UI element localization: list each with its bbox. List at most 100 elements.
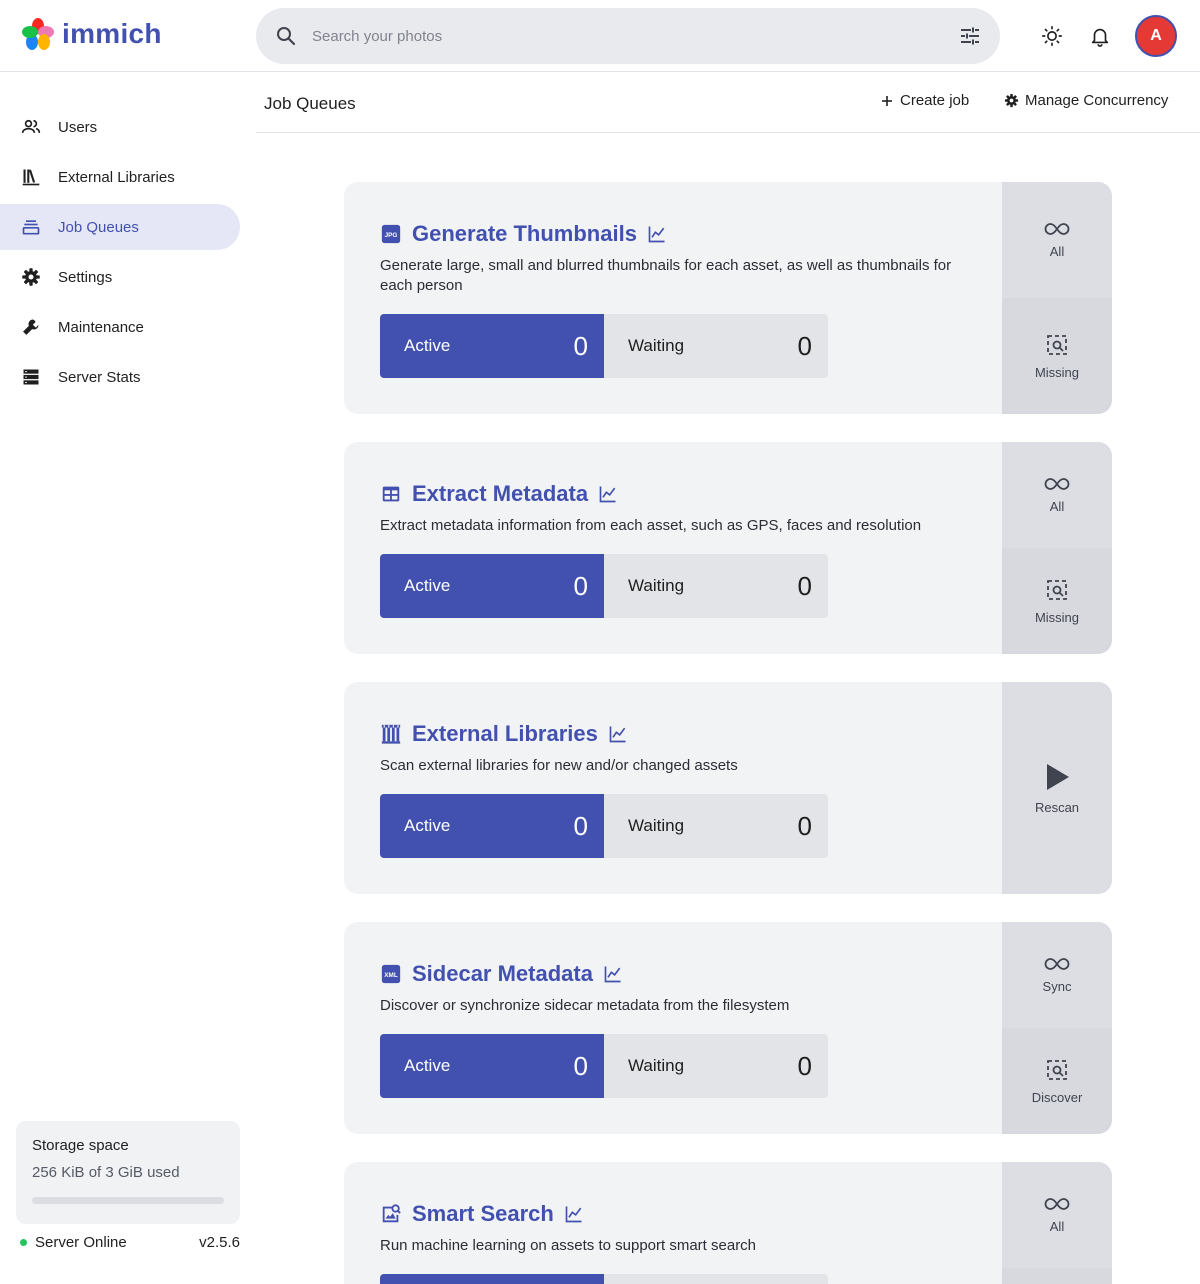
admin-sidebar: Users External Libraries Job Queues Sett… [0, 72, 256, 1284]
gear-icon [1004, 93, 1019, 108]
waiting-value: 0 [797, 810, 812, 841]
job-counts [380, 1274, 828, 1284]
manage-concurrency-label: Manage Concurrency [1025, 92, 1169, 109]
run-all-button[interactable]: All [1002, 1162, 1112, 1268]
library-icon [20, 166, 42, 188]
active-value: 0 [573, 330, 588, 361]
server-online-dot-icon [20, 1239, 27, 1246]
manage-concurrency-button[interactable]: Manage Concurrency [1004, 92, 1168, 109]
infinity-icon [1044, 477, 1070, 491]
sidebar-item-label: Users [58, 118, 98, 136]
job-title: Generate Thumbnails [412, 221, 637, 246]
page-title: Job Queues [264, 94, 356, 113]
action-label: Missing [1034, 609, 1080, 625]
storage-usage: 256 KiB of 3 GiB used [32, 1164, 180, 1181]
waiting-count: Waiting 0 [604, 314, 828, 378]
sidebar-item-job-queues[interactable]: Job Queues [0, 204, 240, 250]
image-search-icon [1045, 333, 1069, 357]
waiting-label: Waiting [628, 1056, 685, 1075]
library-columns-icon [380, 723, 402, 745]
chart-line-icon[interactable] [564, 1204, 584, 1224]
job-actions: Sync Discover [1002, 922, 1112, 1134]
job-card-extract-metadata: Extract Metadata Extract metadata inform… [344, 442, 1112, 654]
job-title: Sidecar Metadata [412, 961, 593, 986]
job-title: Extract Metadata [412, 481, 589, 506]
waiting-count [604, 1274, 828, 1284]
server-version[interactable]: v2.5.6 [199, 1234, 240, 1251]
sidebar-item-maintenance[interactable]: Maintenance [0, 304, 240, 350]
active-value: 0 [573, 570, 588, 601]
run-missing-button[interactable] [1002, 1268, 1112, 1284]
image-search-icon [380, 1203, 402, 1225]
job-card-external-libraries: External Libraries Scan external librari… [344, 682, 1112, 894]
job-description: Extract metadata information from each a… [380, 517, 922, 534]
search-filters-icon[interactable] [958, 24, 982, 48]
sync-button[interactable]: Sync [1002, 922, 1112, 1028]
action-label: All [1049, 1218, 1065, 1234]
active-count [380, 1274, 604, 1284]
active-value: 0 [573, 1050, 588, 1081]
storage-space-panel: Storage space 256 KiB of 3 GiB used [16, 1121, 240, 1224]
job-title: Smart Search [412, 1201, 554, 1226]
job-title: External Libraries [412, 721, 598, 746]
immich-logo[interactable]: immich [20, 16, 162, 52]
search-input[interactable] [312, 8, 912, 64]
search-bar[interactable] [256, 8, 1000, 64]
chart-line-icon[interactable] [647, 224, 667, 244]
chart-line-icon[interactable] [603, 964, 623, 984]
sidebar-item-server-stats[interactable]: Server Stats [0, 354, 240, 400]
search-icon[interactable] [274, 24, 298, 48]
waiting-count: Waiting 0 [604, 1034, 828, 1098]
waiting-count: Waiting 0 [604, 794, 828, 858]
notifications-button[interactable] [1080, 16, 1120, 56]
chart-line-icon[interactable] [598, 484, 618, 504]
bell-icon [1089, 25, 1111, 47]
create-job-button[interactable]: Create job [880, 92, 969, 109]
run-missing-button[interactable]: Missing [1002, 548, 1112, 654]
job-actions: All Missing [1002, 182, 1112, 414]
job-description: Generate large, small and blurred thumbn… [380, 257, 952, 294]
users-icon [20, 116, 42, 138]
storage-title: Storage space [32, 1137, 129, 1154]
top-bar: immich A [0, 0, 1200, 72]
sidebar-item-external-libraries[interactable]: External Libraries [0, 154, 240, 200]
job-counts: Active 0 Waiting 0 [380, 1034, 828, 1098]
action-label: Rescan [1034, 799, 1080, 815]
waiting-value: 0 [797, 1050, 812, 1081]
job-actions: All [1002, 1162, 1112, 1284]
rescan-button[interactable]: Rescan [1002, 682, 1112, 894]
action-label: All [1049, 243, 1065, 259]
action-label: Sync [1042, 978, 1072, 994]
job-card-smart-search: Smart Search Run machine learning on ass… [344, 1162, 1112, 1284]
xml-icon: XML [380, 963, 402, 985]
jpg-icon: JPG [380, 223, 402, 245]
page-header: Job Queues Create job Manage Concurrency [256, 72, 1200, 133]
action-label: Discover [1031, 1089, 1083, 1105]
run-all-button[interactable]: All [1002, 182, 1112, 298]
storage-usage-bar [32, 1197, 224, 1204]
run-missing-button[interactable]: Missing [1002, 298, 1112, 414]
theme-toggle-button[interactable] [1032, 16, 1072, 56]
action-label: Missing [1034, 364, 1080, 380]
job-card-generate-thumbnails: JPG Generate Thumbnails Generate large, … [344, 182, 1112, 414]
server-status-text: Server Online [35, 1234, 127, 1251]
sidebar-item-settings[interactable]: Settings [0, 254, 240, 300]
sidebar-item-label: Server Stats [58, 368, 141, 386]
chart-line-icon[interactable] [608, 724, 628, 744]
active-count: Active 0 [380, 554, 604, 618]
sidebar-item-users[interactable]: Users [0, 104, 240, 150]
table-icon [380, 483, 402, 505]
active-label: Active [404, 816, 451, 835]
server-status: Server Online v2.5.6 [20, 1234, 240, 1251]
discover-button[interactable]: Discover [1002, 1028, 1112, 1134]
user-avatar[interactable]: A [1135, 15, 1177, 57]
plus-icon [880, 94, 894, 108]
job-actions: All Missing [1002, 442, 1112, 654]
queue-icon [20, 216, 42, 238]
run-all-button[interactable]: All [1002, 442, 1112, 548]
brightness-icon [1041, 25, 1063, 47]
action-label: All [1049, 498, 1065, 514]
sidebar-item-label: Settings [58, 268, 113, 286]
wrench-icon [20, 316, 42, 338]
waiting-value: 0 [797, 570, 812, 601]
